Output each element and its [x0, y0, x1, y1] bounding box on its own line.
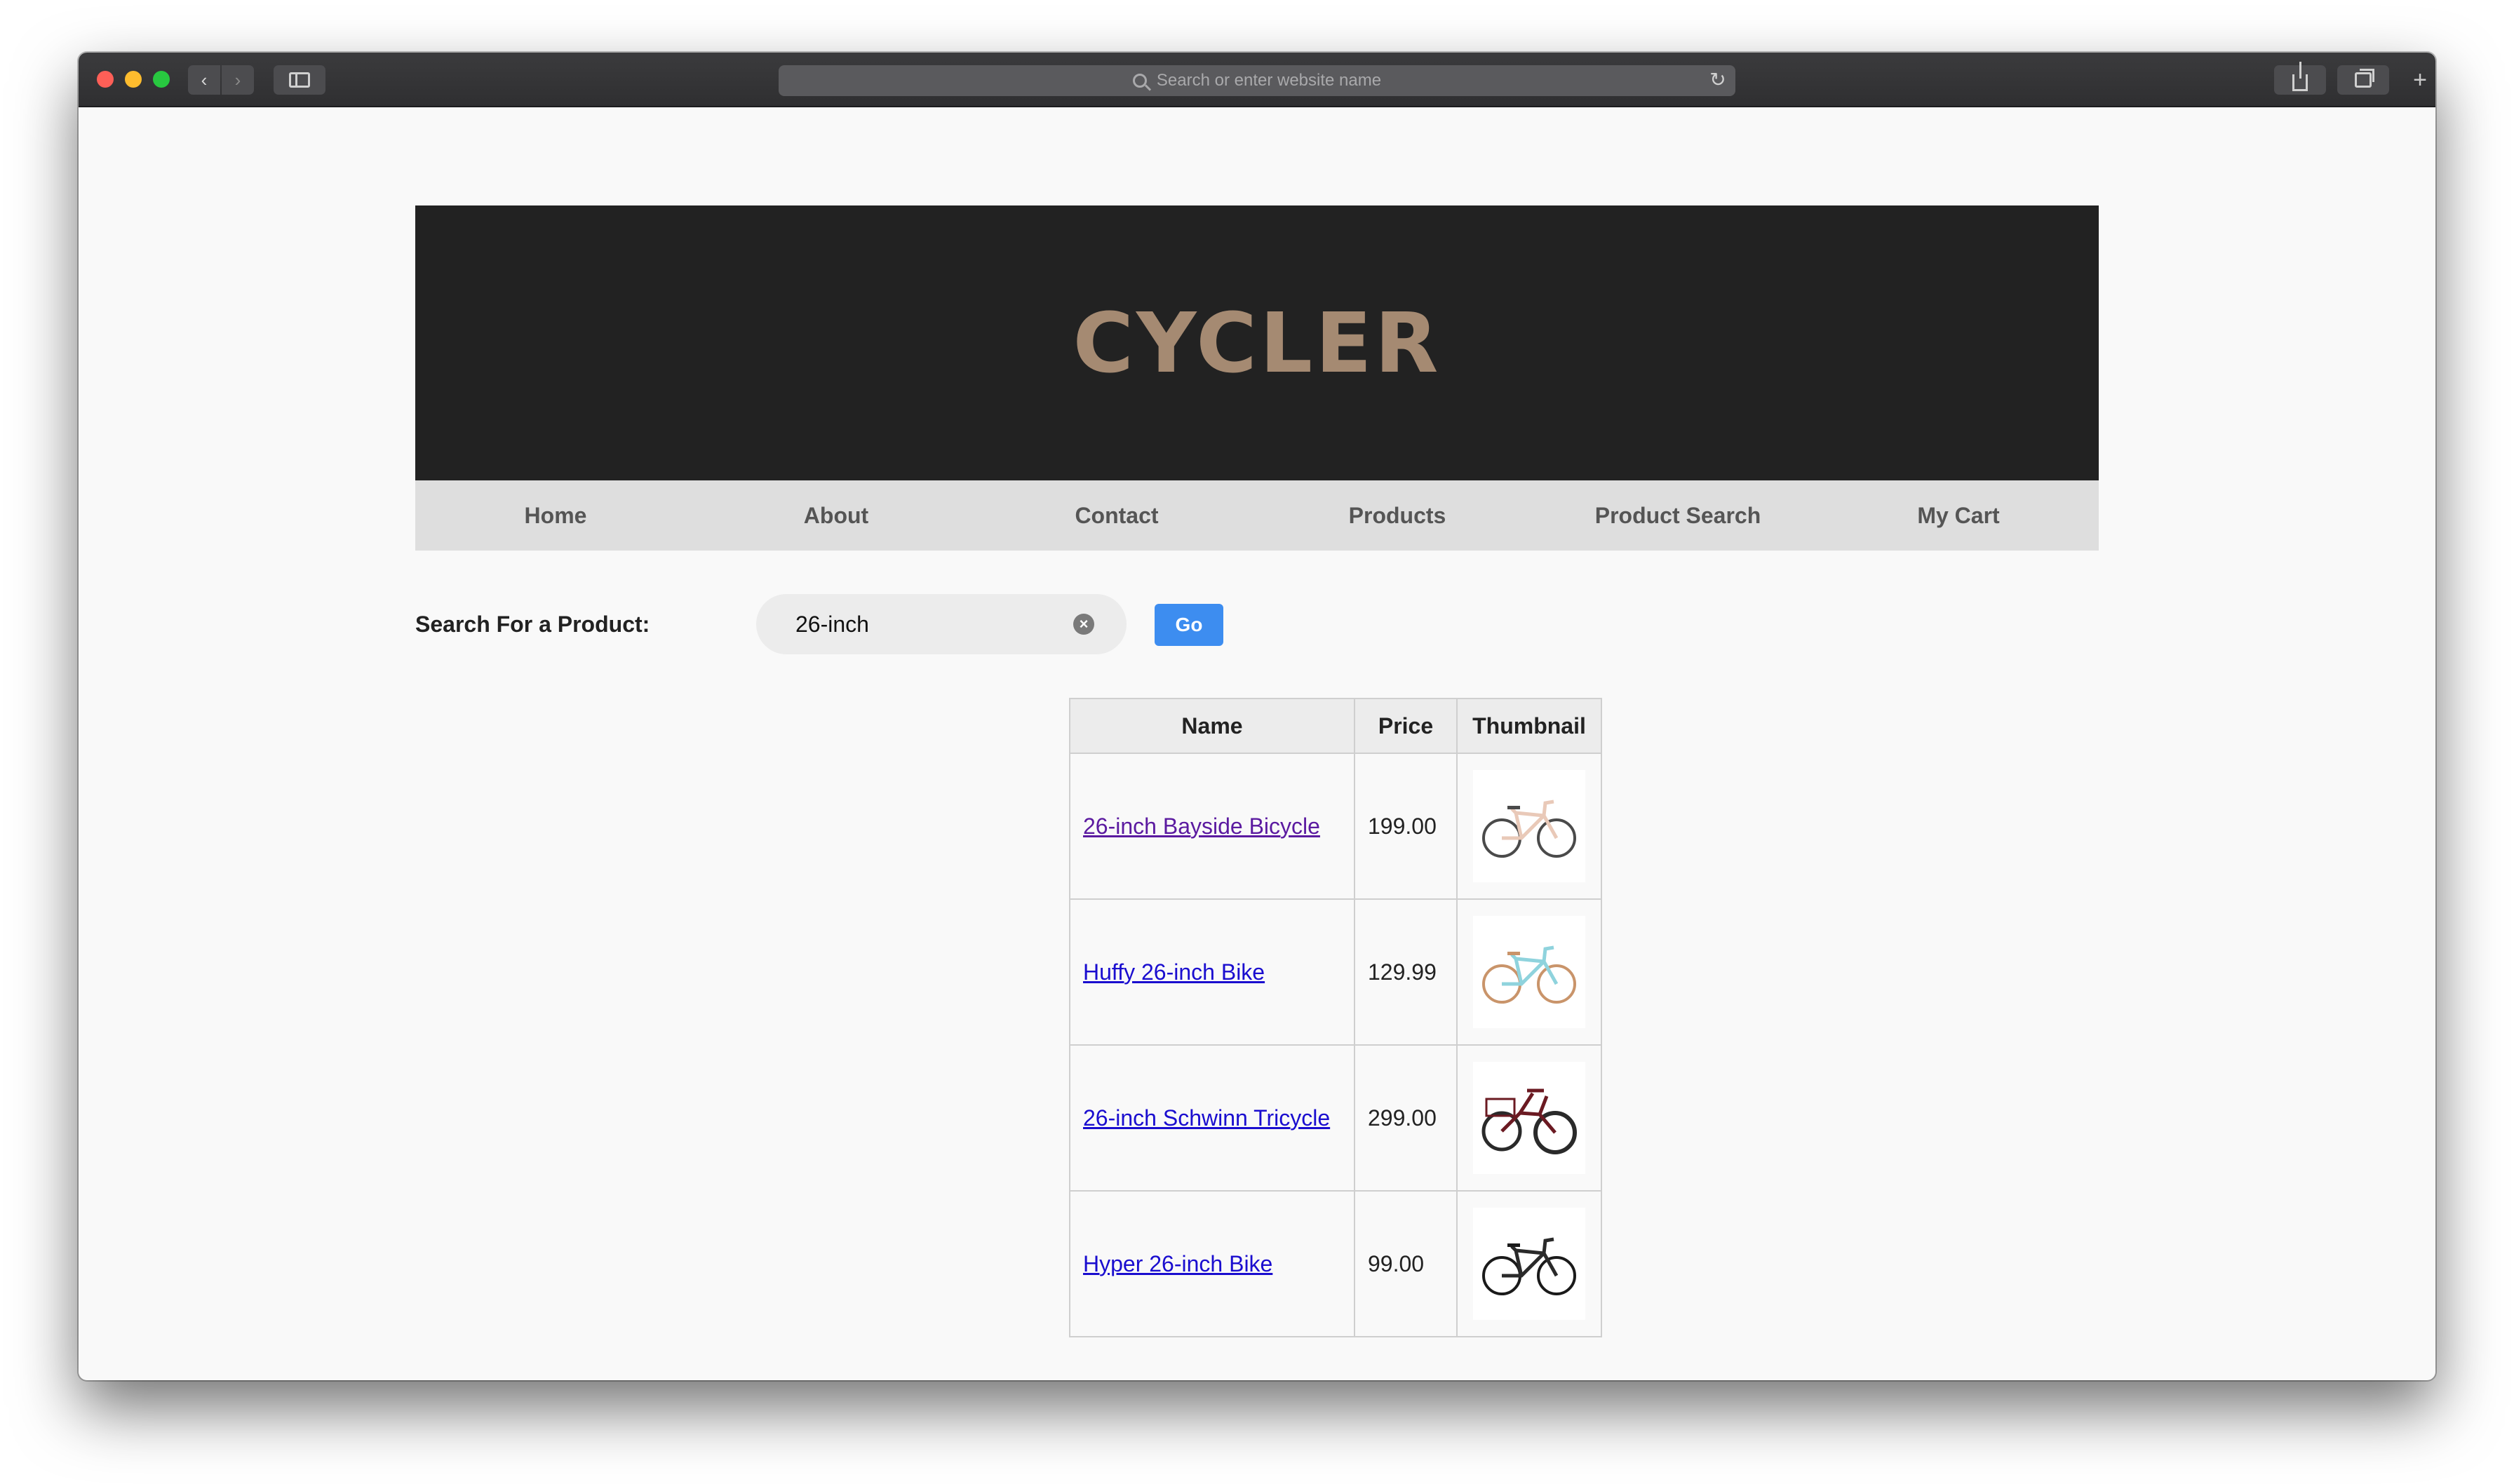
search-field-wrapper: ×: [756, 594, 1127, 654]
product-price: 99.00: [1354, 1190, 1458, 1337]
address-bar[interactable]: Search or enter website name ↻: [779, 65, 1735, 96]
browser-window: ‹ › Search or enter website name ↻ + CYC…: [79, 53, 2435, 1380]
nav-my-cart[interactable]: My Cart: [1818, 480, 2099, 551]
product-thumbnail-cell: [1456, 1190, 1602, 1337]
product-thumbnail[interactable]: [1473, 770, 1585, 882]
column-header-price: Price: [1354, 698, 1458, 754]
product-name-cell: Hyper 26-inch Bike: [1069, 1190, 1355, 1337]
product-thumbnail[interactable]: [1473, 916, 1585, 1028]
clear-search-icon[interactable]: ×: [1073, 614, 1094, 635]
product-price: 129.99: [1354, 898, 1458, 1046]
table-header-row: Name Price Thumbnail: [1069, 698, 1602, 754]
site-header: CYCLER: [415, 205, 2099, 480]
product-link[interactable]: Hyper 26-inch Bike: [1083, 1251, 1272, 1276]
product-link[interactable]: 26-inch Bayside Bicycle: [1083, 814, 1320, 839]
product-link[interactable]: Huffy 26-inch Bike: [1083, 959, 1265, 985]
bicycle-icon: [1481, 1088, 1577, 1154]
product-link[interactable]: 26-inch Schwinn Tricycle: [1083, 1105, 1330, 1131]
nav-products[interactable]: Products: [1257, 480, 1538, 551]
bicycle-icon: [1482, 1237, 1576, 1295]
browser-toolbar: ‹ › Search or enter website name ↻ +: [79, 53, 2435, 107]
nav-home[interactable]: Home: [415, 480, 696, 551]
product-name-cell: 26-inch Bayside Bicycle: [1069, 753, 1355, 900]
product-thumbnail[interactable]: [1473, 1208, 1585, 1320]
bicycle-icon: [1482, 800, 1576, 858]
sidebar-icon: [289, 72, 310, 88]
column-header-thumbnail: Thumbnail: [1456, 698, 1602, 754]
product-price: 199.00: [1354, 753, 1458, 900]
minimize-window-button[interactable]: [125, 71, 142, 88]
share-icon: [2292, 62, 2308, 91]
table-row: Huffy 26-inch Bike 129.99: [1069, 898, 1602, 1046]
address-placeholder: Search or enter website name: [1156, 71, 1382, 90]
product-name-cell: 26-inch Schwinn Tricycle: [1069, 1044, 1355, 1192]
page-content: CYCLER Home About Contact Products Produ…: [79, 107, 2435, 1380]
site-nav: Home About Contact Products Product Sear…: [415, 480, 2099, 551]
product-thumbnail[interactable]: [1473, 1062, 1585, 1174]
table-row: 26-inch Bayside Bicycle 199.00: [1069, 753, 1602, 900]
forward-button[interactable]: ›: [222, 65, 254, 95]
tab-overview-button[interactable]: [2337, 65, 2389, 95]
nav-product-search[interactable]: Product Search: [1538, 480, 1818, 551]
product-price: 299.00: [1354, 1044, 1458, 1192]
bicycle-icon: [1482, 945, 1576, 1004]
product-thumbnail-cell: [1456, 753, 1602, 900]
sidebar-toggle-button[interactable]: [274, 65, 325, 95]
nav-about[interactable]: About: [696, 480, 976, 551]
search-input[interactable]: [795, 594, 1076, 654]
go-button[interactable]: Go: [1155, 604, 1223, 646]
search-icon: [1132, 74, 1147, 88]
back-button[interactable]: ‹: [188, 65, 220, 95]
plus-icon: +: [2413, 66, 2427, 93]
column-header-name: Name: [1069, 698, 1355, 754]
search-label: Search For a Product:: [415, 612, 650, 637]
product-search-form: Search For a Product: × Go: [415, 594, 2099, 654]
new-tab-button[interactable]: +: [2405, 65, 2435, 95]
search-results-table: Name Price Thumbnail 26-inch Bayside Bic…: [1069, 698, 1602, 1337]
site-logo: CYCLER: [1073, 295, 1441, 391]
share-button[interactable]: [2274, 62, 2326, 95]
product-thumbnail-cell: [1456, 898, 1602, 1046]
product-thumbnail-cell: [1456, 1044, 1602, 1192]
nav-contact[interactable]: Contact: [976, 480, 1257, 551]
table-row: Hyper 26-inch Bike 99.00: [1069, 1190, 1602, 1337]
table-row: 26-inch Schwinn Tricycle 299.00: [1069, 1044, 1602, 1192]
reload-icon[interactable]: ↻: [1709, 70, 1727, 90]
zoom-window-button[interactable]: [153, 71, 170, 88]
close-window-button[interactable]: [97, 71, 114, 88]
chevron-left-icon: ‹: [201, 69, 208, 90]
product-name-cell: Huffy 26-inch Bike: [1069, 898, 1355, 1046]
tabs-icon: [2355, 69, 2374, 88]
chevron-right-icon: ›: [234, 69, 241, 90]
